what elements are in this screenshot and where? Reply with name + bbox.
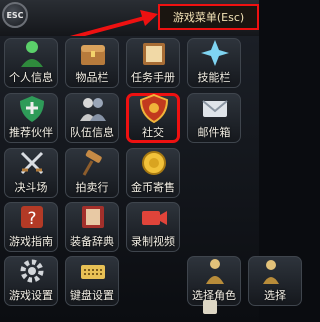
menu-label: 任务手册: [131, 71, 175, 84]
menu-label: 拍卖行: [75, 181, 109, 194]
menu-button-7[interactable]: 邮件箱: [185, 91, 243, 145]
menu-label: 选择: [264, 289, 286, 302]
menu-label: 个人信息: [9, 71, 53, 84]
menu-label: 录制视频: [131, 235, 175, 248]
menu-button-0[interactable]: 个人信息: [2, 36, 60, 90]
question-icon: ?: [21, 206, 43, 229]
quest-book-icon: [143, 43, 165, 65]
menu-label: 推荐伙伴: [9, 126, 53, 139]
menu-button-14[interactable]: 游戏设置: [2, 254, 60, 308]
person-icon: [21, 41, 43, 67]
menu-button-6[interactable]: 社交: [124, 91, 182, 145]
social-shield-icon: [139, 93, 169, 123]
shield-icon: [20, 96, 44, 122]
menu-label: 邮件箱: [197, 126, 231, 139]
menu-button-17[interactable]: 选择: [246, 254, 304, 308]
menu-button-3[interactable]: 技能栏: [185, 36, 243, 90]
menu-label: 社交: [142, 126, 164, 139]
party-icon: [80, 98, 106, 121]
menu-label: 游戏设置: [9, 289, 53, 302]
menu-button-10[interactable]: 金币寄售: [124, 146, 182, 200]
character-select-icon: [206, 259, 224, 284]
menu-button-15[interactable]: 键盘设置: [63, 254, 121, 308]
menu-button-8[interactable]: 决斗场: [2, 146, 60, 200]
keyboard-icon: [81, 265, 105, 279]
menu-label: 物品栏: [75, 71, 109, 84]
menu-button-5[interactable]: 队伍信息: [63, 91, 121, 145]
menu-label: 金币寄售: [131, 181, 175, 194]
svg-text:?: ?: [27, 209, 36, 229]
menu-label: 键盘设置: [70, 289, 114, 302]
menu-grid: 个人信息 物品栏 任务手册 技能栏 推荐伙伴 队伍信息 社交 邮件箱 决斗场 拍卖行 金币寄售? 游戏…: [0, 36, 302, 322]
menu-label: 决斗场: [14, 181, 48, 194]
chest-icon: [81, 45, 105, 65]
esc-button[interactable]: ESC: [2, 2, 28, 28]
book-icon: [82, 206, 104, 228]
gear-icon: [20, 259, 44, 283]
menu-label: 装备辞典: [70, 235, 114, 248]
crossed-swords-icon: [20, 151, 44, 175]
cursor-icon: [203, 300, 217, 314]
menu-button-9[interactable]: 拍卖行: [63, 146, 121, 200]
menu-button-13[interactable]: 录制视频: [124, 200, 182, 254]
menu-button-2[interactable]: 任务手册: [124, 36, 182, 90]
video-icon: [142, 211, 167, 225]
gold-coin-icon: [142, 151, 166, 175]
menu-button-11[interactable]: ? 游戏指南: [2, 200, 60, 254]
mail-icon: [202, 100, 228, 117]
skill-star-icon: [201, 40, 229, 66]
menu-button-4[interactable]: 推荐伙伴: [2, 91, 60, 145]
menu-label: 队伍信息: [70, 126, 114, 139]
menu-label: 游戏指南: [9, 235, 53, 248]
gavel-icon: [82, 150, 102, 176]
menu-button-1[interactable]: 物品栏: [63, 36, 121, 90]
menu-title: 游戏菜单(Esc): [158, 4, 259, 30]
menu-label: 技能栏: [197, 71, 231, 84]
menu-button-12[interactable]: 装备辞典: [63, 200, 121, 254]
server-select-icon: [263, 260, 279, 284]
